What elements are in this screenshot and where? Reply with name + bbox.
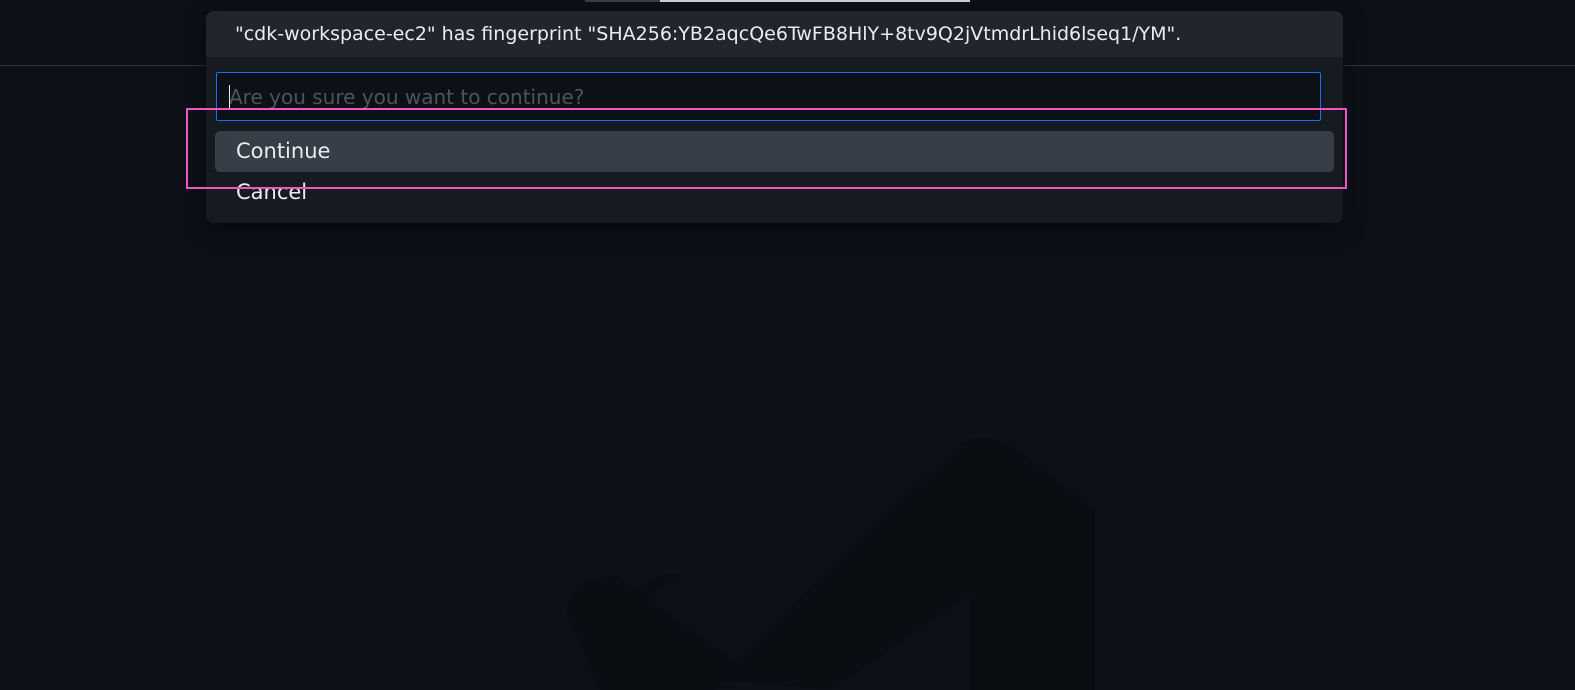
continue-option[interactable]: Continue bbox=[215, 131, 1334, 172]
confirm-input[interactable] bbox=[217, 73, 1320, 120]
vscode-logo-watermark-icon bbox=[567, 437, 1095, 690]
quick-pick-dialog: "cdk-workspace-ec2" has fingerprint "SHA… bbox=[206, 11, 1343, 223]
cancel-option[interactable]: Cancel bbox=[215, 172, 1334, 213]
confirm-input-box[interactable] bbox=[216, 72, 1321, 121]
tab-indicator-active bbox=[660, 0, 970, 2]
options-list: Continue Cancel bbox=[215, 131, 1334, 213]
tab-indicator-inactive bbox=[585, 0, 660, 2]
text-caret bbox=[229, 85, 230, 110]
dialog-title: "cdk-workspace-ec2" has fingerprint "SHA… bbox=[206, 11, 1343, 57]
